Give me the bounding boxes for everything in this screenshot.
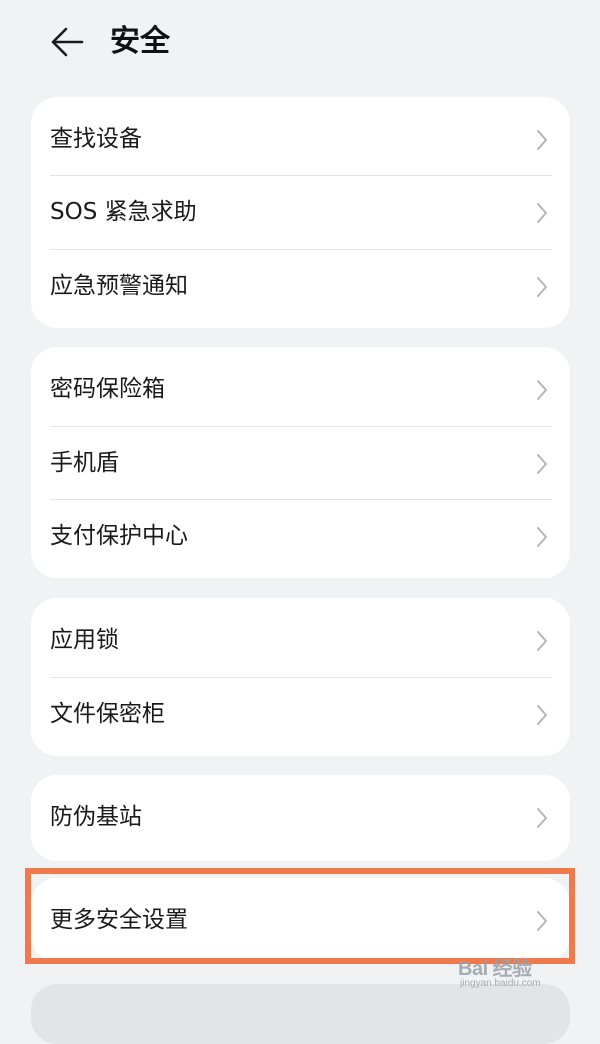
more-security-settings-item[interactable]: 更多安全设置 <box>31 884 570 957</box>
app-lock-item[interactable]: 应用锁 <box>31 604 570 677</box>
payment-protection-item[interactable]: 支付保护中心 <box>31 500 570 573</box>
find-device-item[interactable]: 查找设备 <box>31 103 570 176</box>
row-label: 应用锁 <box>50 627 119 653</box>
chevron-right-icon <box>537 203 547 223</box>
row-label: 防伪基站 <box>50 804 142 830</box>
row-label: 手机盾 <box>50 450 119 476</box>
row-label: 查找设备 <box>50 126 142 152</box>
chevron-right-icon <box>537 527 547 547</box>
page-title: 安全 <box>110 24 170 59</box>
row-label: 文件保密柜 <box>50 701 165 727</box>
watermark-url: jingyan.baidu.com <box>460 978 541 989</box>
row-label: 支付保护中心 <box>50 523 188 549</box>
chevron-right-icon <box>537 454 547 474</box>
chevron-right-icon <box>537 808 547 828</box>
chevron-right-icon <box>537 277 547 297</box>
row-label: 应急预警通知 <box>50 273 188 299</box>
phone-shield-item[interactable]: 手机盾 <box>31 427 570 500</box>
chevron-right-icon <box>537 130 547 150</box>
chevron-right-icon <box>537 705 547 725</box>
settings-group-payment: 密码保险箱 手机盾 支付保护中心 <box>31 347 570 578</box>
row-label: 密码保险箱 <box>50 376 165 402</box>
settings-group-network: 防伪基站 <box>31 775 570 861</box>
row-label: 更多安全设置 <box>50 907 188 933</box>
row-label: SOS 紧急求助 <box>50 199 197 225</box>
settings-group-privacy: 应用锁 文件保密柜 <box>31 598 570 756</box>
emergency-alert-item[interactable]: 应急预警通知 <box>31 250 570 323</box>
back-button[interactable] <box>44 22 88 62</box>
app-header: 安全 <box>0 0 600 88</box>
watermark: Bai 经验 jingyan.baidu.com <box>458 948 578 998</box>
chevron-right-icon <box>537 380 547 400</box>
watermark-logo: Bai 经验 <box>458 958 532 980</box>
file-safe-item[interactable]: 文件保密柜 <box>31 678 570 751</box>
fake-base-station-item[interactable]: 防伪基站 <box>31 781 570 854</box>
password-vault-item[interactable]: 密码保险箱 <box>31 353 570 426</box>
back-arrow-icon <box>51 27 84 57</box>
settings-group-device: 查找设备 SOS 紧急求助 应急预警通知 <box>31 97 570 328</box>
chevron-right-icon <box>537 631 547 651</box>
chevron-right-icon <box>537 911 547 931</box>
sos-emergency-item[interactable]: SOS 紧急求助 <box>31 176 570 249</box>
